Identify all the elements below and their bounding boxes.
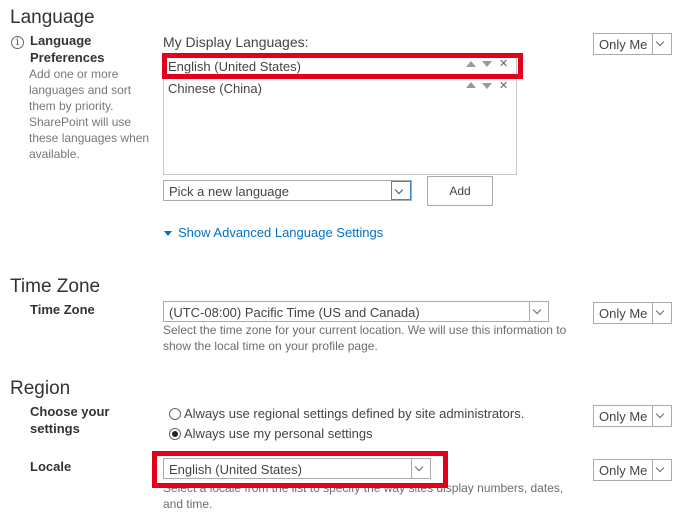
region-section-title: Region [10,378,71,399]
language-section-title: Language [10,7,95,28]
personal-settings-radio[interactable] [169,428,181,440]
regional-settings-admin-label[interactable]: Always use regional settings defined by … [184,406,524,421]
region-privacy-select[interactable]: Only Me [593,405,672,427]
choose-settings-label: Choose your settings [30,404,110,436]
personal-settings-label[interactable]: Always use my personal settings [184,426,373,441]
add-language-button[interactable]: Add [427,176,493,206]
info-icon: i [11,36,24,49]
chevron-down-icon [652,34,671,54]
highlight-box [162,53,523,79]
arrow-down-icon[interactable] [482,83,492,89]
timezone-section-title: Time Zone [10,276,101,297]
locale-privacy-select[interactable]: Only Me [593,459,672,481]
timezone-privacy-select[interactable]: Only Me [593,302,672,324]
timezone-label: Time Zone [30,302,95,317]
chevron-down-icon [652,303,671,323]
chevron-down-icon [652,460,671,480]
language-preferences-description: Add one or more languages and sort them … [29,67,150,161]
language-preferences-label: Language Preferences [30,33,105,65]
show-advanced-language-settings-link[interactable]: Show Advanced Language Settings [164,225,383,240]
language-privacy-select[interactable]: Only Me [593,33,672,55]
regional-settings-admin-radio[interactable] [169,408,181,420]
pick-language-select[interactable]: Pick a new language [163,180,412,201]
timezone-select[interactable]: (UTC-08:00) Pacific Time (US and Canada) [163,301,549,322]
chevron-down-icon [529,302,548,321]
locale-label: Locale [30,459,72,474]
highlight-box [152,451,448,488]
arrow-up-icon[interactable] [466,82,476,88]
display-languages-label: My Display Languages: [163,34,309,50]
expand-triangle-icon [164,231,172,237]
timezone-description: Select the time zone for your current lo… [163,323,567,353]
chevron-down-icon [652,406,671,426]
close-icon[interactable]: ✕ [499,81,508,92]
language-item-chinese[interactable]: Chinese (China) [168,81,262,96]
chevron-down-icon [391,181,411,200]
